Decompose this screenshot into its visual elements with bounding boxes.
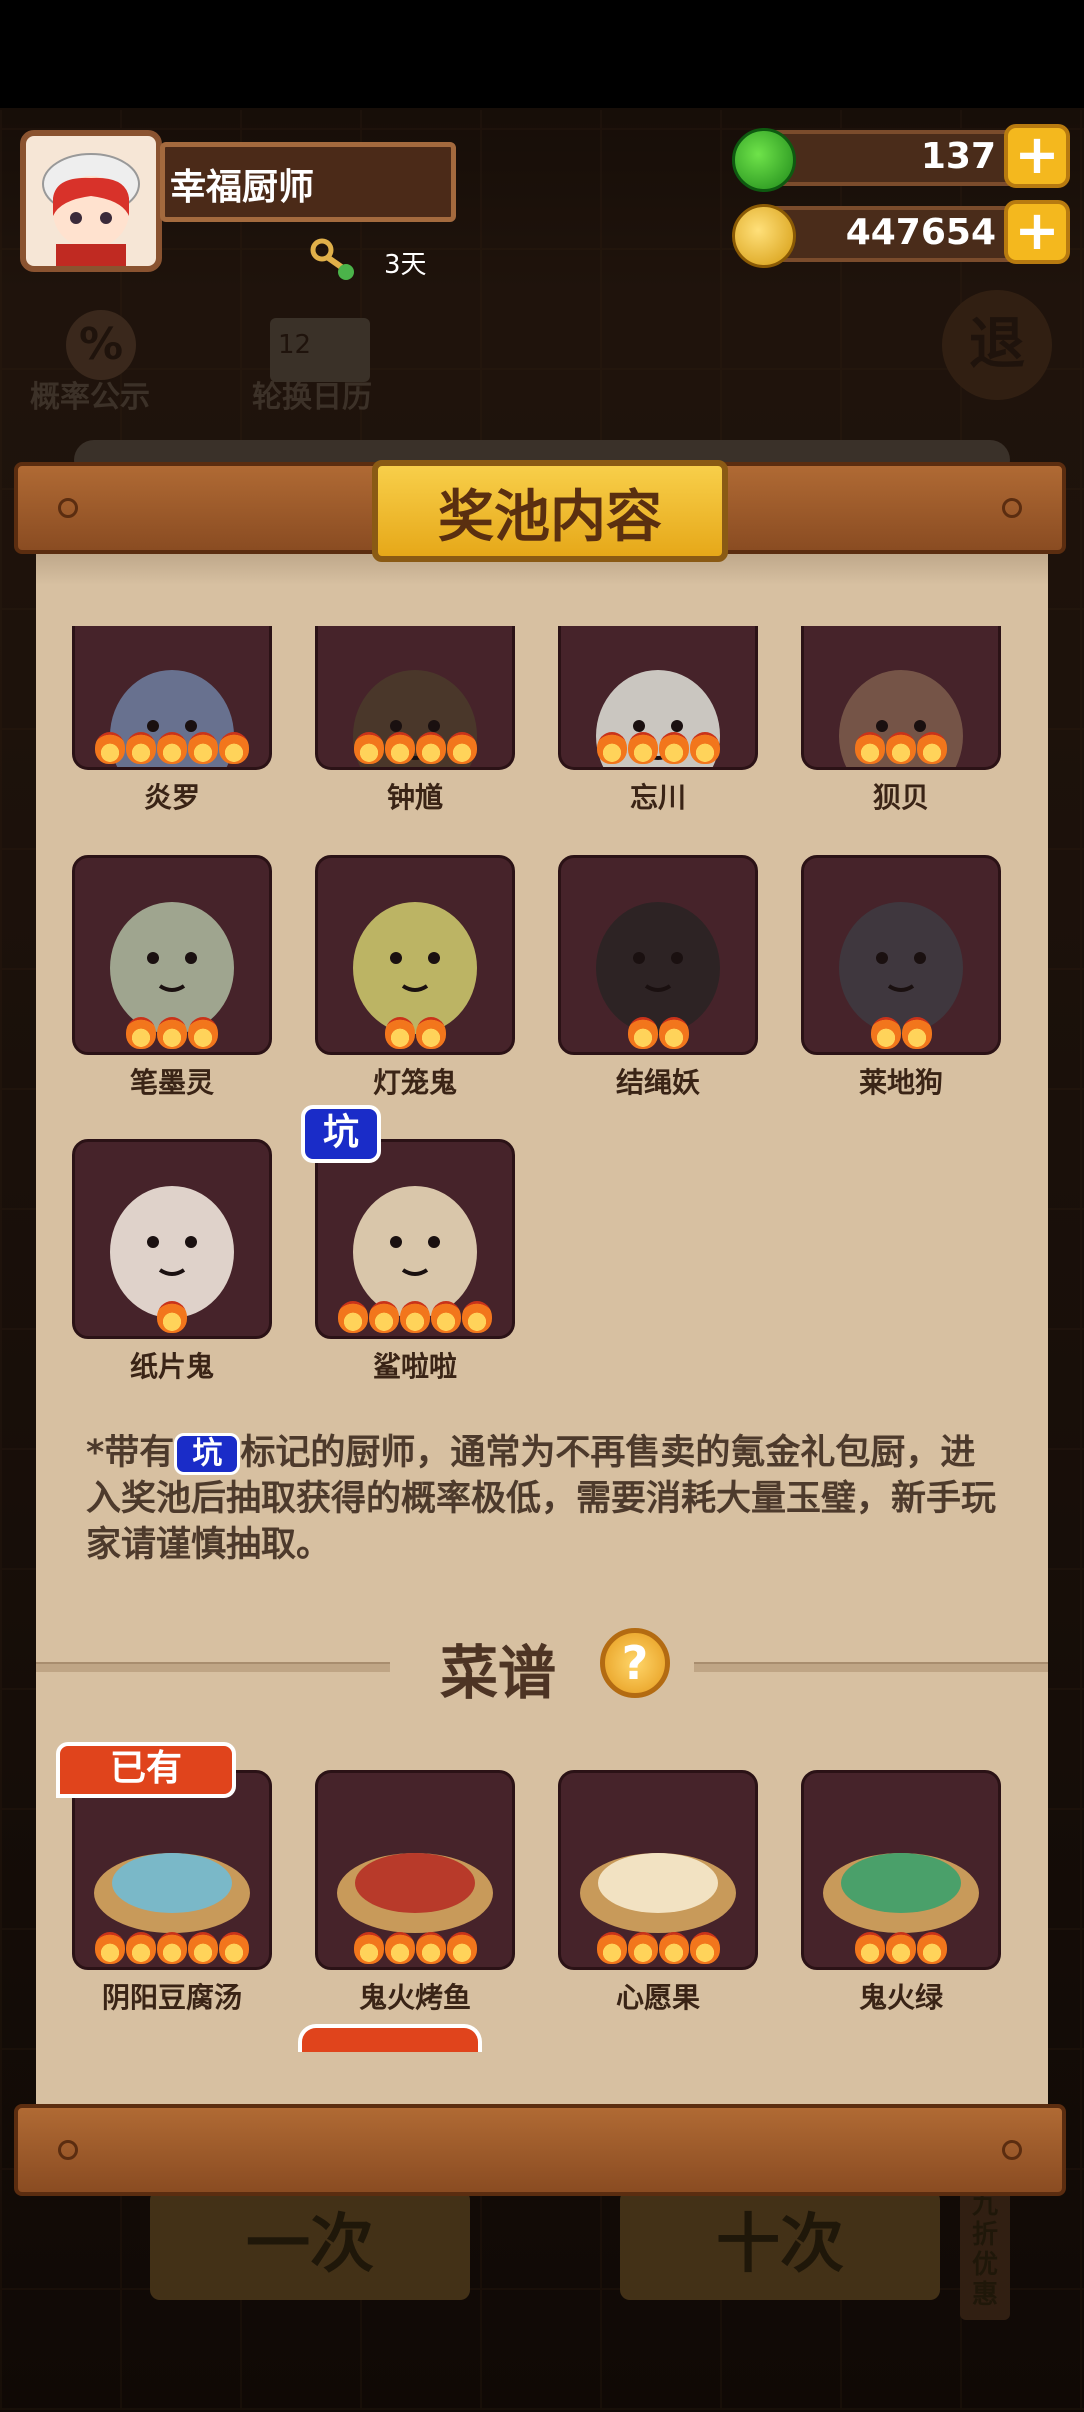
flame-icon [157,732,187,764]
flame-icon [689,732,720,764]
chef-name: 莱地狗 [858,1066,943,1099]
flame-icon [188,1017,218,1049]
flame-icon [384,1017,415,1049]
rarity-flames [558,1932,758,1968]
divider-right [694,1662,1048,1672]
days-remaining: 3天 [384,250,427,280]
flame-icon [658,732,689,764]
flame-icon [157,1017,187,1049]
recipes-title: 菜谱 [440,1639,557,1707]
flame-icon [596,1932,627,1964]
chef-name: 炎罗 [143,781,200,814]
chef-name: 狈贝 [872,781,929,814]
flame-icon [188,732,218,764]
flame-icon [886,1932,916,1964]
rarity-flames [315,1932,515,1968]
flame-icon [627,732,658,764]
divider-left [36,1662,390,1672]
flame-icon [95,732,125,764]
flame-icon [658,1017,689,1049]
pit-notice: *带有坑标记的厨师，通常为不再售卖的氪金礼包厨，进入奖池后抽取获得的概率极低，需… [86,1430,1006,1568]
flame-icon [219,1932,249,1964]
flame-icon [126,732,156,764]
note-prefix: *带有 [86,1433,175,1473]
flame-icon [384,732,415,764]
note-pit-badge: 坑 [174,1433,241,1475]
flame-icon [415,1932,446,1964]
rarity-flames [558,732,758,768]
flame-icon [627,1932,658,1964]
rarity-flames [315,1017,515,1053]
chef-name: 钟馗 [386,781,443,814]
flame-icon [886,732,916,764]
flame-icon [462,1301,492,1333]
flame-icon [901,1017,932,1049]
owned-badge: 已有 [56,1742,236,1798]
flame-icon [658,1932,689,1964]
flame-icon [338,1301,368,1333]
flame-icon [917,732,947,764]
flame-icon [353,732,384,764]
player-name: 幸福厨师 [170,167,315,208]
rarity-flames [72,1301,272,1337]
rarity-flames [315,732,515,768]
flame-icon [188,1932,218,1964]
recipe-name: 鬼火烤鱼 [358,1981,471,2014]
flame-icon [870,1017,901,1049]
pit-badge: 坑 [301,1105,381,1163]
flame-icon [353,1932,384,1964]
coin-amount: 447654 [845,212,996,253]
chef-name: 鲨啦啦 [372,1350,457,1383]
panel-bottom-board [14,2104,1066,2196]
player-avatar[interactable] [20,130,162,272]
flame-icon [446,732,477,764]
flame-icon [157,1301,187,1333]
chef-name: 笔墨灵 [129,1066,214,1099]
flame-icon [627,1017,658,1049]
flame-icon [917,1932,947,1964]
flame-icon [596,732,627,764]
add-jade-button[interactable]: + [1004,124,1070,188]
rarity-flames [315,1301,515,1337]
flame-icon [95,1932,125,1964]
recipe-name: 心愿果 [615,1981,700,2014]
panel-bottom-area [36,2052,1048,2106]
rarity-flames [801,1932,1001,1968]
chef-name: 结绳妖 [615,1066,700,1099]
rarity-flames [72,732,272,768]
flame-icon [400,1301,430,1333]
rarity-flames [72,1932,272,1968]
flame-icon [689,1932,720,1964]
rarity-flames [72,1017,272,1053]
panel-title: 奖池内容 [438,485,662,550]
flame-icon [369,1301,399,1333]
rarity-flames [801,1017,1001,1053]
chef-name: 灯笼鬼 [372,1066,457,1099]
flame-icon [415,1017,446,1049]
add-coin-button[interactable]: + [1004,200,1070,264]
flame-icon [855,732,885,764]
flame-icon [126,1932,156,1964]
recipe-name: 阴阳豆腐汤 [101,1981,242,2014]
flame-icon [219,732,249,764]
key-icon [310,238,354,280]
flame-icon [855,1932,885,1964]
flame-icon [446,1932,477,1964]
flame-icon [384,1932,415,1964]
flame-icon [431,1301,461,1333]
flame-icon [415,732,446,764]
rarity-flames [558,1017,758,1053]
flame-icon [126,1017,156,1049]
chef-avatar-icon [26,136,156,266]
rarity-flames [801,732,1001,768]
help-button[interactable]: ? [600,1628,670,1698]
chef-name: 纸片鬼 [129,1350,214,1383]
flame-icon [157,1932,187,1964]
jade-amount: 137 [920,136,996,177]
chef-name: 忘川 [629,781,686,814]
recipe-name: 鬼火绿 [858,1981,943,2014]
